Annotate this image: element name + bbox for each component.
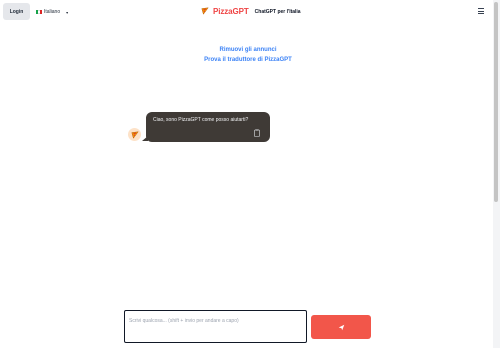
- pizza-slice-icon: [201, 6, 209, 17]
- brand-name-prefix: Pizza: [213, 7, 233, 16]
- paper-plane-icon: [338, 324, 344, 330]
- page: Login Italiano ▾ PizzaGPT ChatGPT per l'…: [0, 0, 500, 348]
- message-text: Ciao, sono PizzaGPT come posso aiutarti?: [153, 117, 249, 123]
- assistant-avatar: [128, 128, 141, 141]
- scrollbar-thumb[interactable]: [494, 2, 498, 202]
- brand[interactable]: PizzaGPT ChatGPT per l'Italia: [201, 6, 301, 17]
- language-selector[interactable]: Italiano ▾: [36, 8, 68, 16]
- promo-links: Rimuovi gli annunci Prova il traduttore …: [0, 45, 496, 65]
- send-button[interactable]: [311, 315, 371, 339]
- login-button[interactable]: Login: [3, 3, 30, 20]
- italy-flag-icon: [36, 10, 42, 14]
- assistant-message: Ciao, sono PizzaGPT come posso aiutarti?: [146, 112, 270, 142]
- translator-link[interactable]: Prova il traduttore di PizzaGPT: [0, 55, 496, 65]
- vertical-scrollbar[interactable]: [493, 0, 500, 348]
- clipboard-copy-icon[interactable]: [254, 129, 260, 137]
- language-label: Italiano: [44, 9, 61, 15]
- brand-name: PizzaGPT: [213, 7, 249, 16]
- brand-name-suffix: GPT: [232, 7, 249, 16]
- message-input[interactable]: [124, 310, 307, 343]
- remove-ads-link[interactable]: Rimuovi gli annunci: [0, 45, 496, 55]
- pizza-slice-icon: [130, 130, 139, 139]
- chevron-down-icon: ▾: [66, 9, 69, 15]
- hamburger-menu-icon[interactable]: [478, 8, 484, 14]
- brand-tagline: ChatGPT per l'Italia: [254, 8, 301, 15]
